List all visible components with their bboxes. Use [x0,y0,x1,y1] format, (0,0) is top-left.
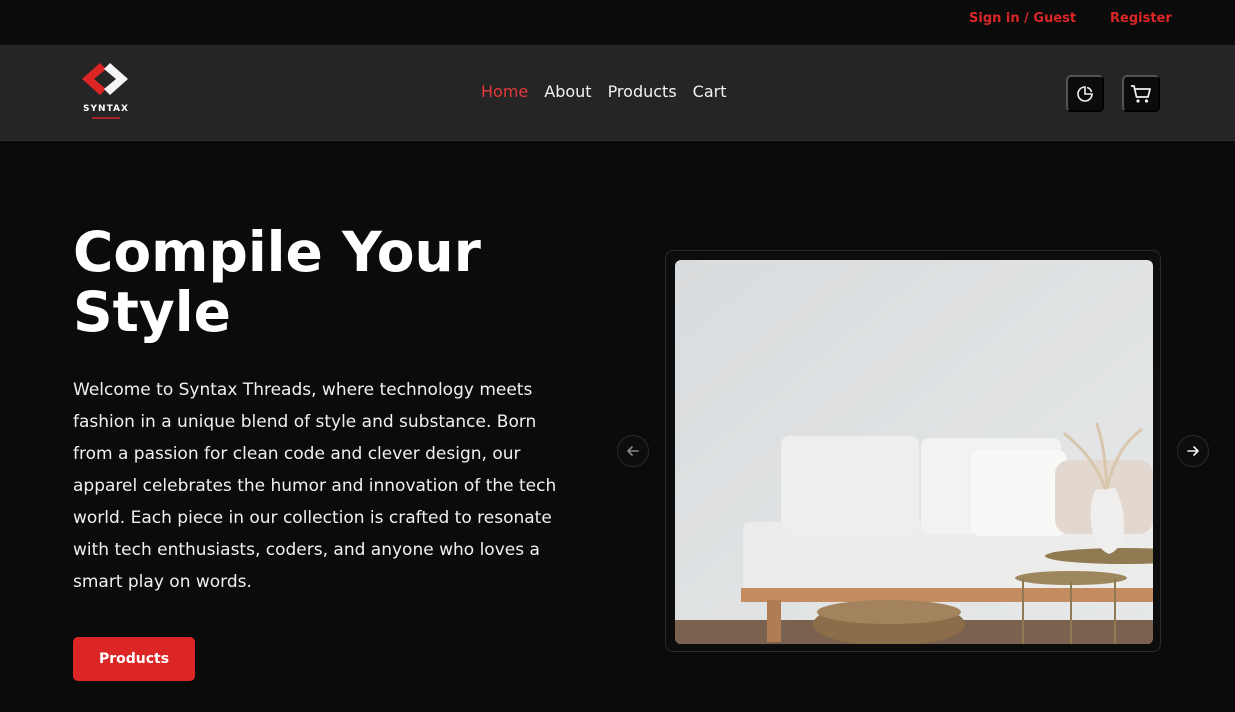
nav-home[interactable]: Home [481,82,528,101]
nav-products[interactable]: Products [608,82,677,101]
arrow-left-icon [627,446,639,456]
hero-description: Welcome to Syntax Threads, where technol… [73,380,557,592]
signin-guest-link[interactable]: Sign in / Guest [969,11,1076,26]
theme-toggle-button[interactable] [1066,75,1104,112]
hero-title: Compile Your Style [73,220,481,344]
top-utility-bar: Sign in / Guest Register [0,0,1235,45]
brand-underline [92,117,120,119]
arrow-right-icon [1187,446,1199,456]
logo-mark-icon [82,63,128,95]
theme-toggle-icon [1077,85,1093,102]
cart-icon [1131,84,1151,103]
carousel-next-button[interactable] [1177,435,1209,467]
living-room-photo [675,260,1153,644]
brand-logo[interactable]: SYNTAX [78,59,134,123]
nav-about[interactable]: About [544,82,591,101]
carousel-slide-image [675,260,1153,644]
main-navbar: SYNTAX Home About Products Cart [0,45,1235,141]
brand-name: SYNTAX [83,104,129,114]
hero-carousel [665,250,1161,652]
cart-button[interactable] [1122,75,1160,112]
register-link[interactable]: Register [1110,11,1172,26]
primary-nav: Home About Products Cart [481,82,726,101]
products-cta-button[interactable]: Products [73,637,195,681]
carousel-prev-button[interactable] [617,435,649,467]
nav-cart[interactable]: Cart [693,82,727,101]
